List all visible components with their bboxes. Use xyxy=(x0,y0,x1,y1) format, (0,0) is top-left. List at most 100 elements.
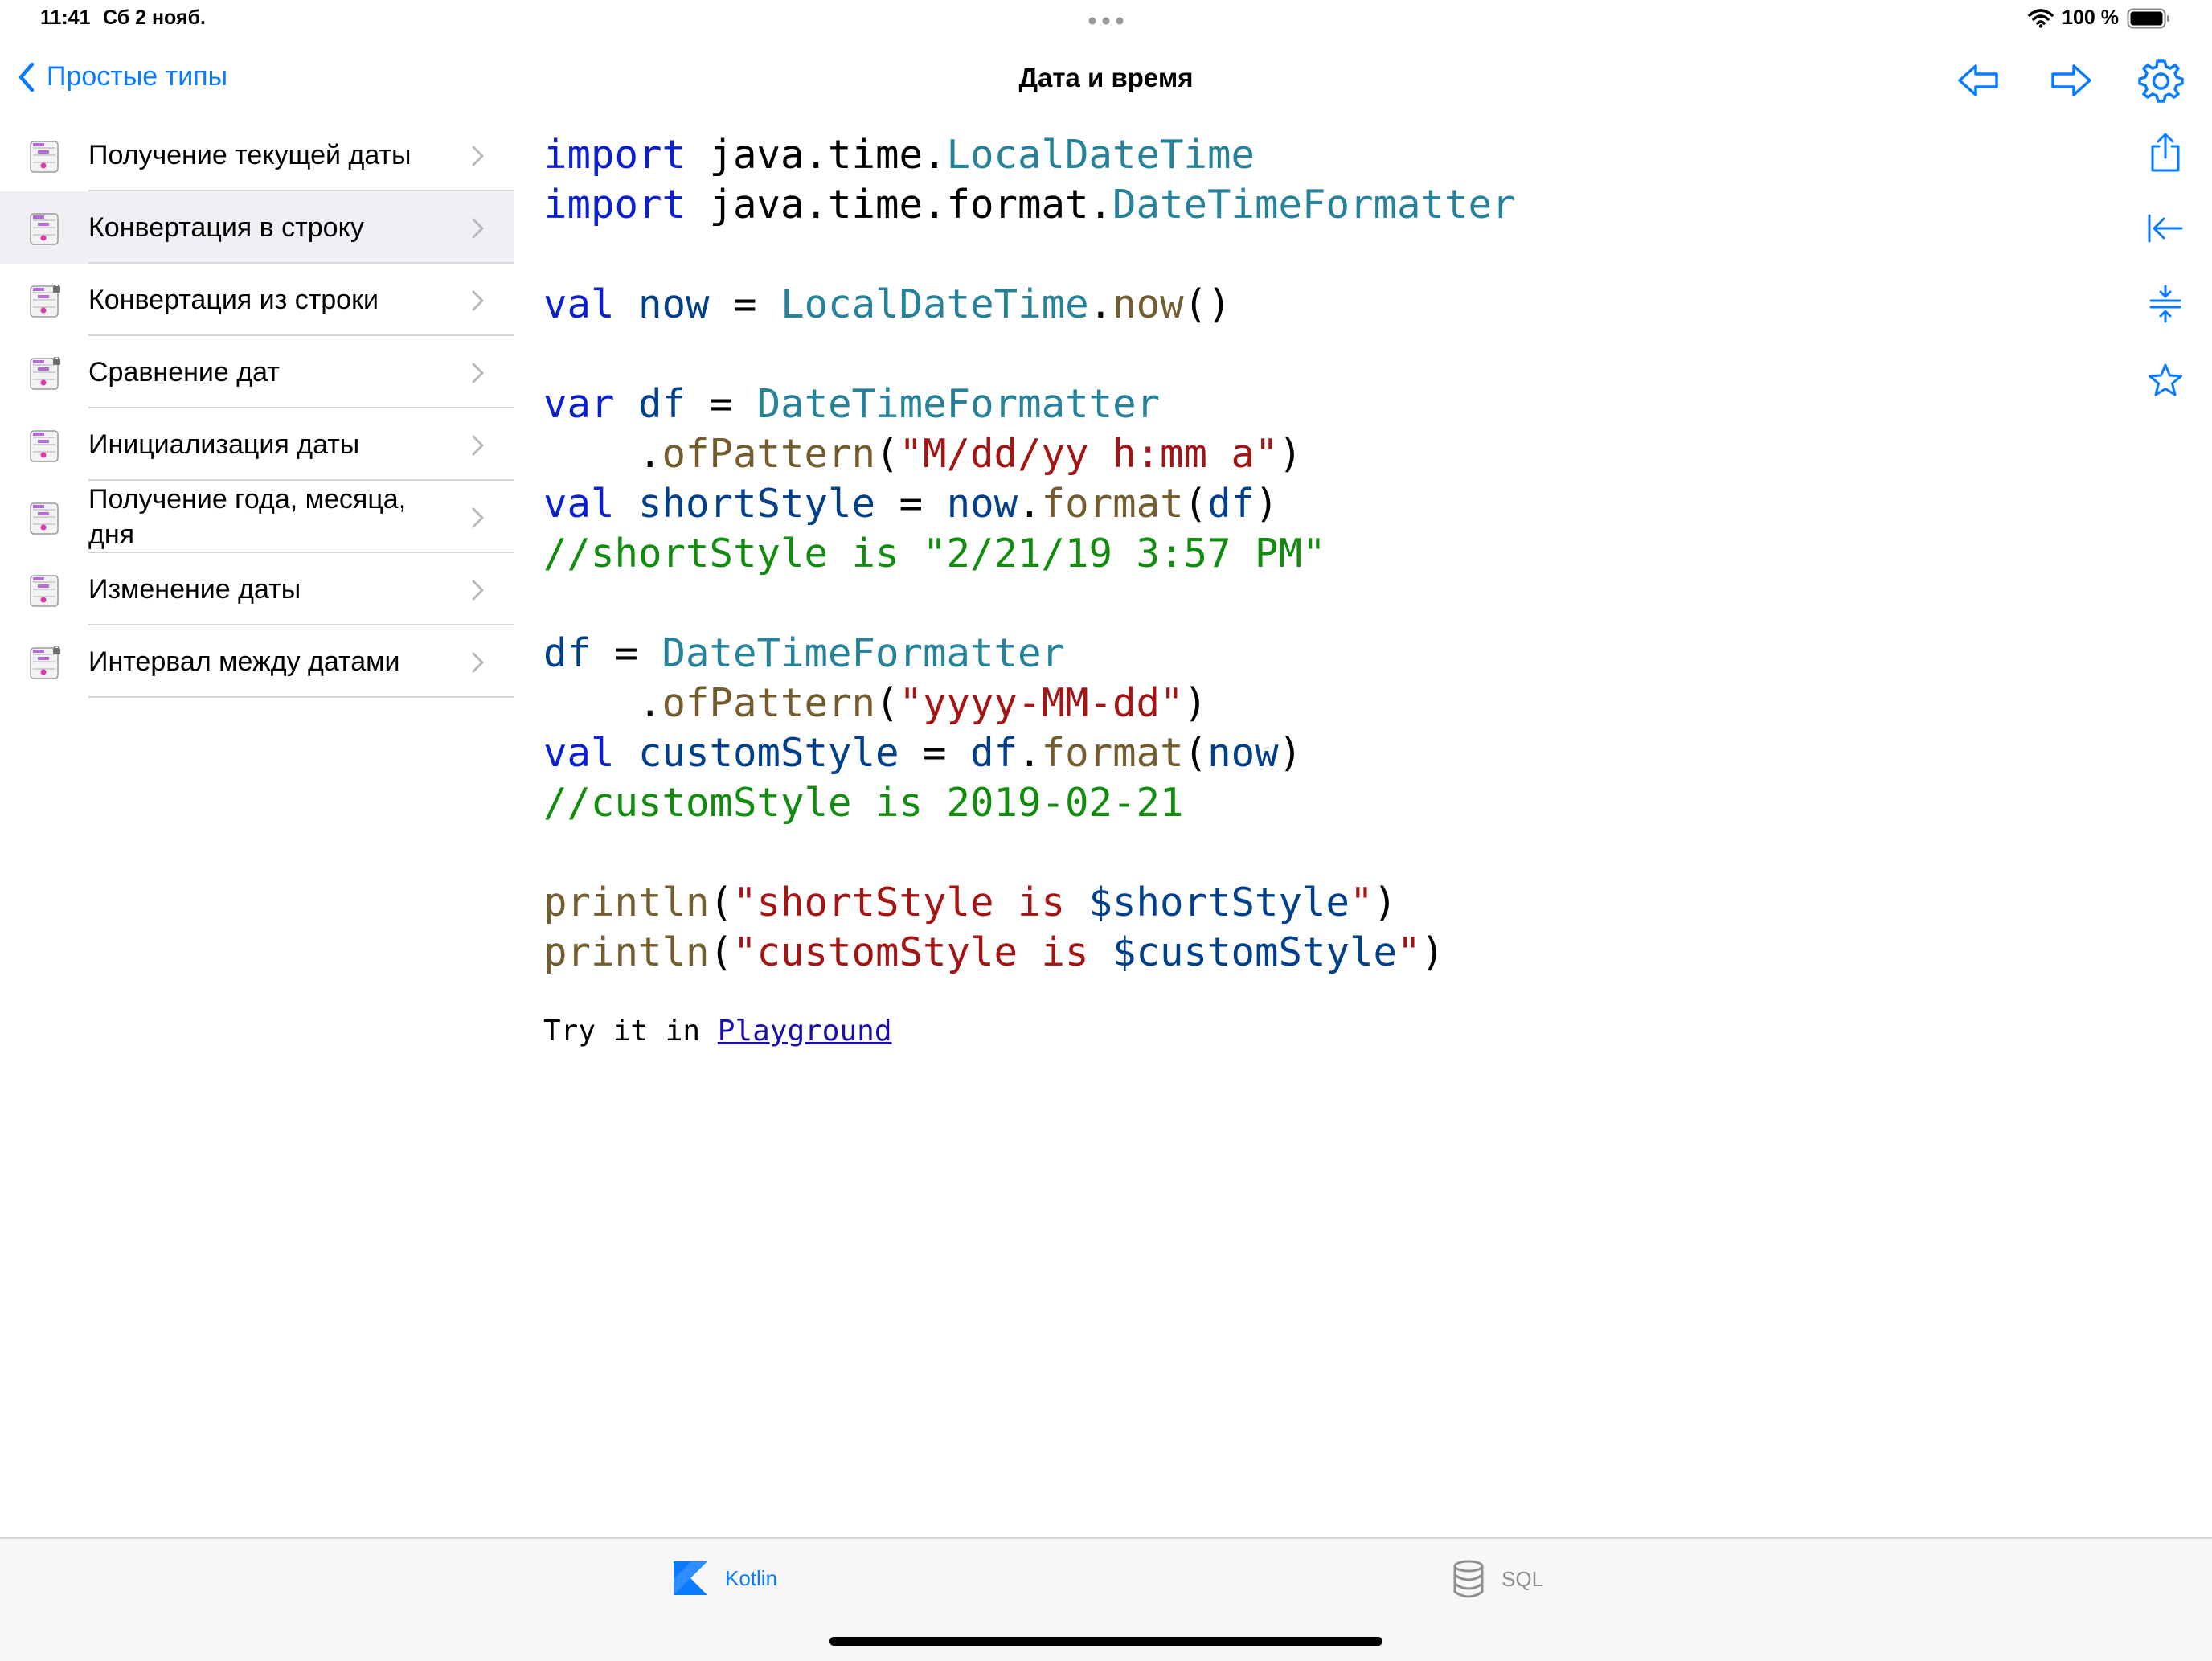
page-title: Дата и время xyxy=(1018,63,1194,92)
code-token: now xyxy=(1112,281,1184,327)
code-snippet: import java.time.LocalDateTime import jav… xyxy=(543,130,1516,978)
tab-kotlin[interactable]: Kotlin xyxy=(672,1560,777,1597)
code-token: "customStyle is xyxy=(733,929,1113,975)
func-code-icon xyxy=(30,141,59,173)
code-token: " xyxy=(1350,880,1374,925)
code-token: ) xyxy=(1183,680,1208,726)
code-token: println xyxy=(543,929,710,975)
code-token: . xyxy=(543,680,662,726)
code-token: LocalDateTime xyxy=(780,281,1089,327)
code-token: ) xyxy=(1255,481,1279,527)
func-code-icon xyxy=(30,575,59,607)
sidebar-item-label: Конвертация в строку xyxy=(88,211,364,243)
sidebar-item[interactable]: Сравнение дат xyxy=(0,336,514,408)
sidebar-list: Получение текущей даты Конвертация в стро… xyxy=(0,119,514,698)
database-icon xyxy=(1453,1560,1484,1598)
code-line: val now = LocalDateTime.now() xyxy=(543,280,1516,330)
previous-arrow-icon[interactable] xyxy=(1955,56,2003,105)
chevron-right-icon xyxy=(472,146,484,166)
func-code-icon xyxy=(30,357,60,390)
next-arrow-icon[interactable] xyxy=(2046,56,2095,105)
code-token: "M/dd/yy h:mm a" xyxy=(899,431,1279,477)
code-line: df = DateTimeFormatter xyxy=(543,629,1516,679)
code-token: df xyxy=(638,381,686,427)
sidebar-item-label: Получение текущей даты xyxy=(88,139,412,170)
func-code-icon xyxy=(30,213,59,245)
navigation-bar: Простые типы Дата и время xyxy=(0,47,2212,114)
home-indicator[interactable] xyxy=(830,1637,1382,1646)
code-token: java.time.format. xyxy=(686,182,1113,228)
code-token: . xyxy=(1018,730,1042,776)
code-token: = xyxy=(709,281,781,327)
multitask-dots-icon[interactable] xyxy=(1088,17,1124,25)
try-prefix-text: Try it in xyxy=(543,1015,718,1048)
battery-percent: 100 % xyxy=(2062,6,2119,29)
split-icon[interactable] xyxy=(2143,281,2188,326)
tab-sql-label: SQL xyxy=(1501,1566,1544,1591)
sidebar-item[interactable]: Интервал между датами xyxy=(0,625,514,698)
code-token: var xyxy=(543,381,615,427)
code-token: $customStyle xyxy=(1112,929,1398,975)
code-token: LocalDateTime xyxy=(946,132,1256,178)
chevron-right-icon xyxy=(472,435,484,456)
star-icon[interactable] xyxy=(2143,359,2188,404)
playground-link[interactable]: Playground xyxy=(718,1015,892,1048)
code-token: = xyxy=(899,730,971,776)
code-token: ( xyxy=(1183,730,1208,776)
code-line: println("shortStyle is $shortStyle") xyxy=(543,878,1516,928)
code-token: shortStyle xyxy=(638,481,876,527)
try-playground-line: Try it in Playground xyxy=(543,1015,892,1048)
code-token: now xyxy=(1207,730,1279,776)
wifi-icon xyxy=(2028,8,2054,28)
code-token: import xyxy=(543,132,686,178)
status-time: 11:41 xyxy=(40,6,91,29)
row-separator xyxy=(88,696,514,698)
share-icon[interactable] xyxy=(2143,130,2188,175)
code-token: () xyxy=(1183,281,1231,327)
sidebar-item[interactable]: Инициализация даты xyxy=(0,408,514,481)
code-token: ( xyxy=(709,929,734,975)
code-token: import xyxy=(543,182,686,228)
code-line: //customStyle is 2019-02-21 xyxy=(543,778,1516,828)
code-token: java.time. xyxy=(686,132,947,178)
code-token: df xyxy=(543,630,592,676)
code-token: DateTimeFormatter xyxy=(662,630,1066,676)
sidebar-item-label: Конвертация из строки xyxy=(88,284,379,315)
func-code-icon xyxy=(30,430,59,462)
code-token: format xyxy=(1041,730,1184,776)
battery-icon xyxy=(2127,8,2169,28)
code-token: ) xyxy=(1278,730,1303,776)
code-token: ) xyxy=(1278,431,1303,477)
kotlin-icon xyxy=(674,1561,707,1595)
sidebar-item[interactable]: Конвертация из строки xyxy=(0,264,514,336)
sidebar-item-label: Интервал между датами xyxy=(88,646,400,677)
tab-sql[interactable]: SQL xyxy=(1452,1560,1543,1598)
sidebar-item-label: Инициализация даты xyxy=(88,429,360,460)
sidebar-item[interactable]: Получение текущей даты xyxy=(0,119,514,191)
sidebar-item[interactable]: Изменение даты xyxy=(0,553,514,625)
sidebar-item[interactable]: Получение года, месяца, дня xyxy=(0,481,514,553)
status-bar: 11:41 Сб 2 нояб. 100 % xyxy=(0,0,2212,40)
code-token: $shortStyle xyxy=(1088,880,1350,925)
code-token: val xyxy=(543,730,615,776)
code-line: println("customStyle is $customStyle") xyxy=(543,928,1516,978)
chevron-right-icon xyxy=(472,580,484,601)
code-token: val xyxy=(543,481,615,527)
sidebar-item[interactable]: Конвертация в строку xyxy=(0,191,514,264)
code-token: //shortStyle is "2/21/19 3:57 PM" xyxy=(543,531,1326,576)
code-token: = xyxy=(686,381,757,427)
code-token: ( xyxy=(709,880,734,925)
collapse-left-icon[interactable] xyxy=(2143,206,2188,251)
tab-kotlin-label: Kotlin xyxy=(725,1565,778,1590)
settings-gear-icon[interactable] xyxy=(2136,56,2185,105)
chevron-right-icon xyxy=(472,363,484,383)
code-line: .ofPattern("yyyy-MM-dd") xyxy=(543,679,1516,728)
code-token: ( xyxy=(1183,481,1208,527)
code-line: val customStyle = df.format(now) xyxy=(543,728,1516,778)
code-token: DateTimeFormatter xyxy=(1112,182,1516,228)
